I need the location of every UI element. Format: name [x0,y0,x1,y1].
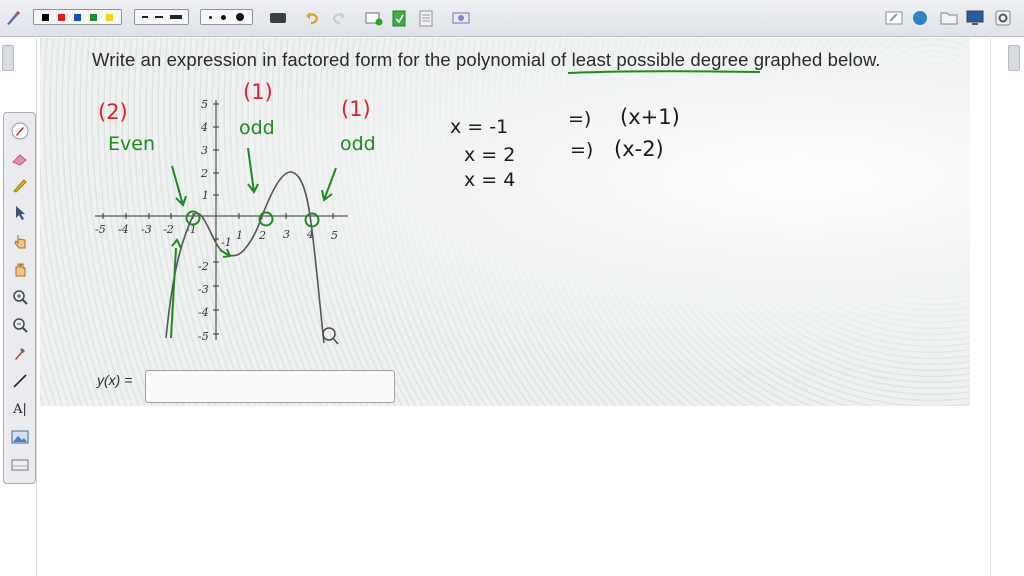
pen-color-green[interactable] [90,13,98,21]
pen-color-group [33,9,122,25]
top-toolbar [0,0,1024,37]
highlighter-icon[interactable] [10,175,30,195]
arrow-mid [247,147,259,194]
zoom-in-icon[interactable] [10,287,30,307]
y-tick-labels: 5 4 3 2 1 -1 -2 -3 -4 -5 [198,98,232,343]
undo-icon[interactable] [304,8,320,28]
pen-color-yellow[interactable] [106,13,114,21]
pen-color-red[interactable] [57,13,65,21]
label-odd-mid: odd [239,117,275,139]
line-style-group [134,9,189,25]
arrow-left [171,165,187,207]
line-icon[interactable] [10,371,30,391]
root-line: x = 2 [464,144,516,166]
pen-color-black[interactable] [41,13,49,21]
tool-palette: A| [3,112,36,484]
page-left-edge [36,38,37,576]
dropper-icon[interactable] [10,343,30,363]
folder-icon[interactable] [940,8,958,28]
y-tick-label: 4 [200,121,208,134]
pen-icon[interactable] [10,121,30,141]
answer-label: y(x) = [97,372,133,388]
right-panel-handle[interactable] [1008,45,1020,71]
magnifier-cursor-icon [322,327,339,345]
arrow-lower-mid [219,248,232,258]
pen-color-blue[interactable] [73,13,81,21]
zoom-out-icon[interactable] [10,315,30,335]
text-tool-icon[interactable]: A| [10,399,30,419]
x-tick-label: 5 [331,229,338,242]
line-style-long-dashed[interactable] [154,16,163,18]
dot-size-medium[interactable] [221,14,227,20]
dot-size-group [200,9,253,25]
y-tick-label: 5 [201,98,208,111]
polynomial-curve [165,171,325,344]
x-tick-label: 3 [283,228,290,241]
root-line: x = -1 [450,116,509,138]
pen-tool-icon[interactable] [4,8,22,28]
left-panel-handle[interactable] [2,45,14,71]
dot-size-large[interactable] [236,13,245,21]
answer-input[interactable] [145,370,395,403]
x-tick-label: -3 [141,223,152,236]
line-style-dashed[interactable] [141,16,148,18]
factor-expression: (x+1) [620,105,680,129]
y-tick-label: 3 [201,144,208,157]
multiplicity-right: (1) [341,97,371,121]
x-tick-label: 1 [236,229,243,242]
keyboard-icon[interactable] [270,8,286,28]
image-icon[interactable] [10,427,30,447]
y-tick-label: -4 [198,306,209,319]
pointer-icon[interactable] [10,203,30,223]
annotation-arrows [170,147,337,339]
factor-expression: (x-2) [614,137,664,161]
underline-stroke [567,70,761,74]
monitor-icon[interactable] [966,8,984,28]
implies-arrow: =) [570,139,594,161]
x-tick-label: -5 [95,223,106,236]
y-tick-label: -5 [198,330,209,343]
y-tick-label: -1 [221,236,232,249]
implies-arrow: =) [568,108,592,130]
board-icon[interactable] [10,455,30,475]
label-even: Even [108,133,155,155]
page-right-edge [990,38,991,576]
root-line: x = 4 [464,169,516,191]
add-page-icon[interactable] [365,8,383,28]
arrow-right [321,167,337,202]
page-icon[interactable] [419,8,433,28]
x-tick-label: 2 [258,229,266,242]
x-tick-label: -4 [118,223,129,236]
green-page-icon[interactable] [392,8,406,28]
redo-icon[interactable] [331,8,347,28]
dot-size-small[interactable] [208,15,212,19]
x-tick-label: -2 [163,223,174,236]
y-tick-label: -2 [198,260,209,273]
y-tick-label: 2 [200,167,208,180]
screen-capture-icon[interactable] [452,8,470,28]
multiplicity-mid: (1) [243,80,273,104]
eraser-icon[interactable] [10,149,30,169]
hand-pointer-icon[interactable] [10,231,30,251]
hand-icon[interactable] [10,259,30,279]
eraser-board-icon[interactable] [885,8,903,28]
label-odd-right: odd [340,133,376,155]
line-style-solid[interactable] [169,15,182,19]
y-tick-label: -3 [198,283,209,296]
graph-and-ink: -5 -4 -3 -2 -1 1 2 3 4 5 5 4 3 2 1 -1 -2… [95,70,761,345]
multiplicity-left: (2) [98,100,128,124]
problem-photo: Write an expression in factored form for… [40,38,970,406]
y-tick-label: 1 [202,189,209,202]
settings-icon[interactable] [994,8,1012,28]
globe-icon[interactable] [912,8,928,28]
